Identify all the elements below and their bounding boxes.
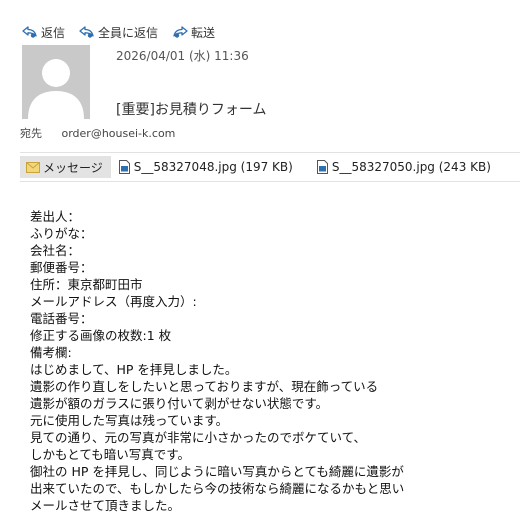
body-line: はじめまして、HP を拝見しました。 (30, 362, 238, 377)
reply-all-icon (79, 26, 94, 38)
attachment-item[interactable]: S__58327050.jpg (243 KB) (316, 160, 491, 174)
person-icon (28, 59, 84, 119)
attachment-name: S__58327048.jpg (197 KB) (133, 160, 293, 174)
body-line: 遺影が額のガラスに張り付いて剥がせない状態です。 (30, 396, 329, 411)
recipient-row: 宛先 order@housei-k.com (20, 125, 175, 141)
recipient-address[interactable]: order@housei-k.com (62, 127, 176, 140)
body-line: 修正する画像の枚数:1 枚 (30, 328, 172, 343)
reply-all-button[interactable]: 全員に返信 (79, 24, 158, 41)
body-line: メールアドレス（再度入力）: (30, 294, 197, 309)
avatar (22, 45, 90, 119)
body-line: 元に使用した写真は残っています。 (30, 413, 229, 428)
attachment-name: S__58327050.jpg (243 KB) (331, 160, 491, 174)
action-toolbar: 返信 全員に返信 転送 (22, 22, 229, 42)
attachment-bar: メッセージ S__58327048.jpg (197 KB) S__583270… (20, 152, 520, 182)
attachment-item[interactable]: S__58327048.jpg (197 KB) (118, 160, 293, 174)
forward-label: 転送 (191, 25, 216, 40)
body-line: 会社名： (30, 243, 81, 258)
envelope-icon (26, 161, 40, 173)
image-file-icon (118, 160, 130, 174)
body-line: 電話番号： (30, 311, 93, 326)
recipient-label: 宛先 (20, 127, 42, 140)
email-body: 差出人： ふりがな： 会社名： 郵便番号： 住所：東京都町田市 メールアドレス（… (30, 208, 510, 514)
body-line: メールさせて頂きました。 (30, 498, 181, 513)
body-line: 遺影の作り直しをしたいと思っておりますが、現在飾っている (30, 379, 379, 394)
body-line: 出来ていたので、もしかしたら今の技術なら綺麗になるかもと思い (30, 481, 405, 496)
reply-all-label: 全員に返信 (98, 25, 159, 40)
body-line: 差出人： (30, 209, 81, 224)
body-line: 御社の HP を拝見し、同じように暗い写真からとても綺麗に遺影が (30, 464, 404, 479)
tab-message-label: メッセージ (43, 160, 103, 175)
body-line: 備考欄: (30, 345, 72, 360)
body-line: 住所：東京都町田市 (30, 277, 143, 292)
email-view: 返信 全員に返信 転送 2026/04/01 (水) 11:36 [重要]お見積… (0, 0, 523, 516)
reply-label: 返信 (41, 25, 66, 40)
reply-icon (22, 26, 37, 38)
forward-icon (173, 26, 188, 38)
forward-button[interactable]: 転送 (172, 24, 215, 41)
body-line: しかもとても暗い写真です。 (30, 447, 191, 462)
image-file-icon (316, 160, 328, 174)
body-line: ふりがな： (30, 226, 93, 241)
sent-date: 2026/04/01 (水) 11:36 (116, 49, 249, 63)
tab-message[interactable]: メッセージ (20, 156, 111, 178)
body-line: 郵便番号： (30, 260, 93, 275)
body-line: 見ての通り、元の写真が非常に小さかったのでボケていて、 (30, 430, 367, 445)
reply-button[interactable]: 返信 (22, 24, 65, 41)
email-subject: [重要]お見積りフォーム (116, 102, 267, 118)
